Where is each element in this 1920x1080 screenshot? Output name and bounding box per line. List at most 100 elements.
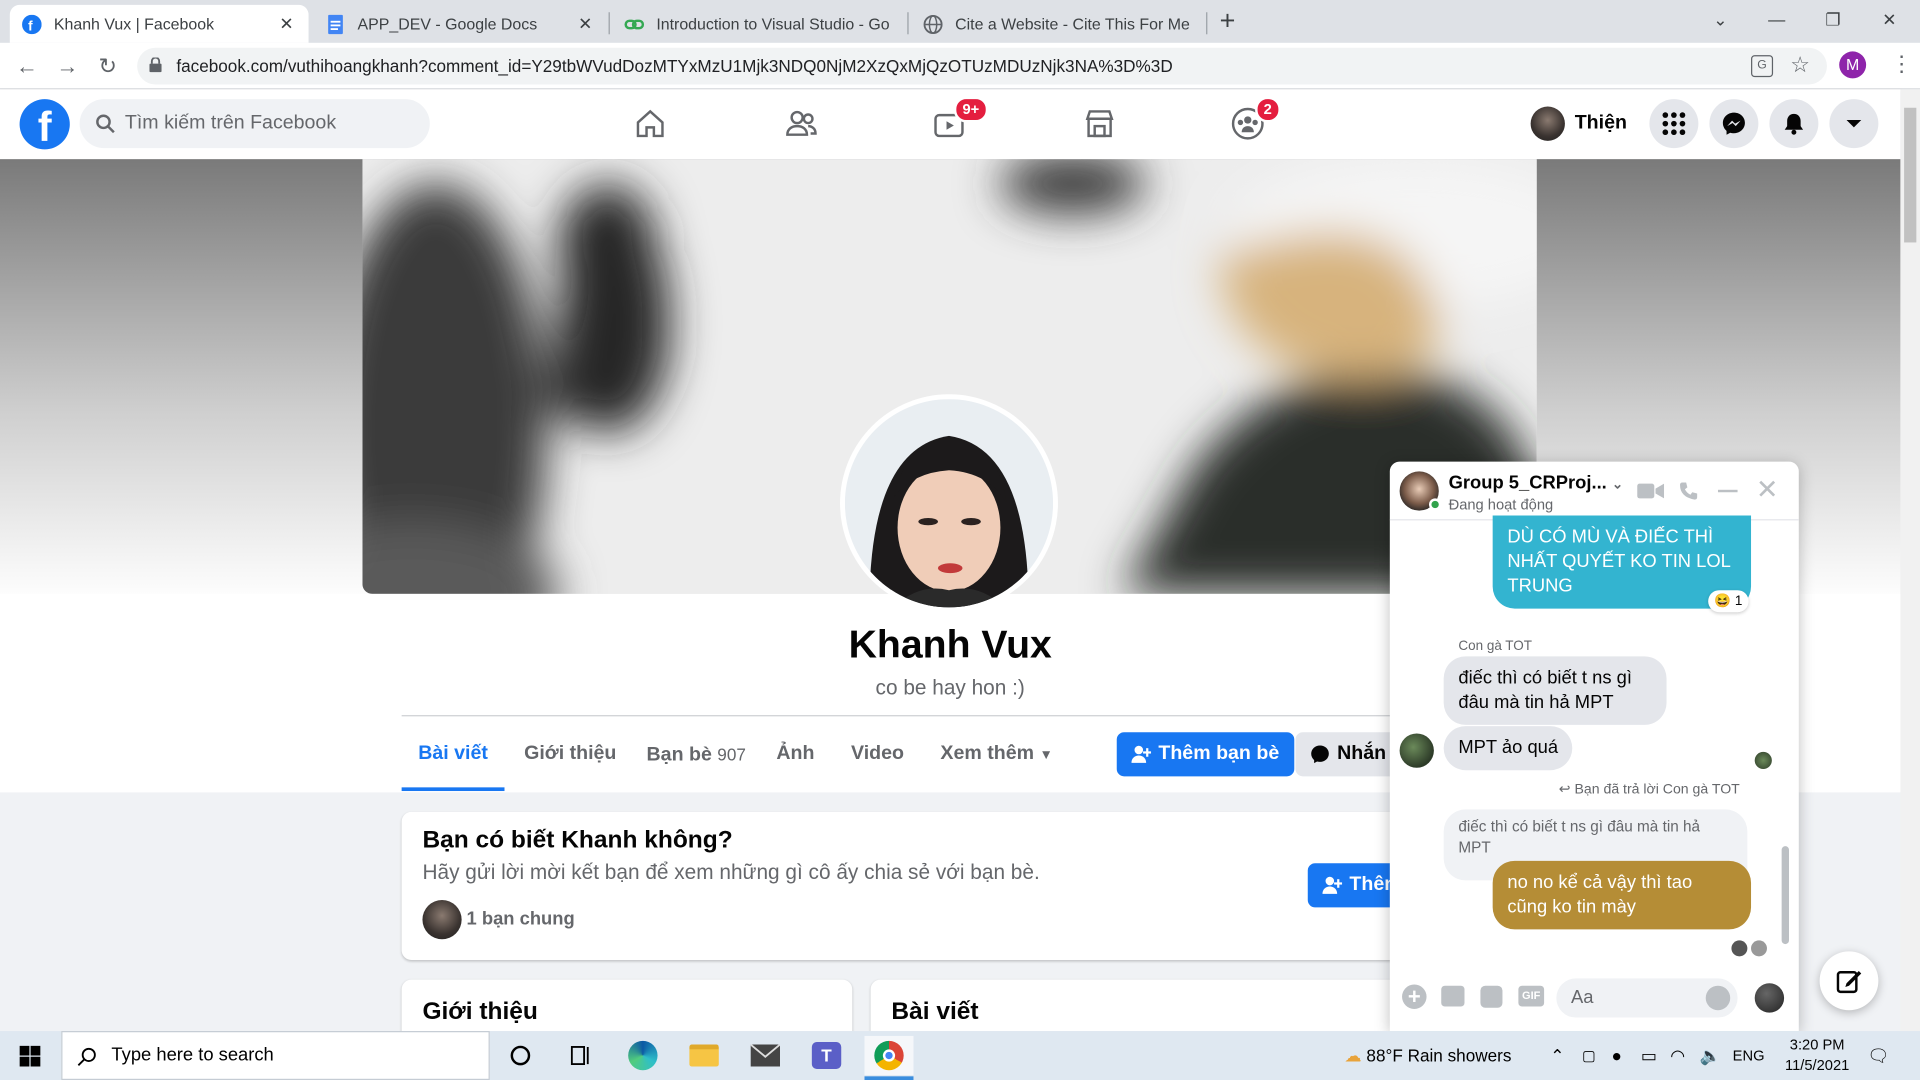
windows-start-icon[interactable] <box>19 1045 41 1067</box>
message-bubble-incoming[interactable]: MPT ảo quá <box>1443 726 1573 771</box>
add-friend-button[interactable]: Thêm bạn bè <box>1116 732 1294 777</box>
tab-title: Introduction to Visual Studio - Go <box>656 14 890 34</box>
mutual-friends[interactable]: 1 bạn chung <box>467 909 575 930</box>
chat-scrollbar[interactable] <box>1779 525 1791 954</box>
weather-icon: ☁ <box>1344 1045 1362 1066</box>
chevron-down-icon: ⌄ <box>1611 477 1624 493</box>
suggestion-title: Bạn có biết Khanh không? <box>422 826 733 854</box>
facebook-favicon-icon: f <box>22 14 42 34</box>
tab-cite-this-for-me[interactable]: Cite a Website - Cite This For Me <box>911 5 1205 43</box>
cortana-icon[interactable] <box>496 1036 545 1075</box>
sticker-icon[interactable] <box>1480 985 1503 1008</box>
close-window-button[interactable]: ✕ <box>1861 0 1917 39</box>
active-app-indicator <box>864 1076 914 1080</box>
chrome-icon[interactable] <box>864 1035 914 1076</box>
close-chat-icon[interactable]: ✕ <box>1756 474 1779 506</box>
translate-icon[interactable]: G <box>1751 55 1774 78</box>
messenger-icon[interactable] <box>1709 99 1759 149</box>
page-scrollbar[interactable] <box>1900 89 1920 1032</box>
reply-arrow-icon: ↩ <box>1558 782 1571 798</box>
message-bubble-outgoing[interactable]: no no kể cả vậy thì tao cũng ko tin mày <box>1492 860 1752 930</box>
device-icon[interactable]: ▢ <box>1582 1031 1596 1080</box>
tab-search-icon[interactable]: ⌄ <box>1692 0 1748 39</box>
notification-center-icon[interactable]: 🗨 <box>1867 1031 1889 1080</box>
file-explorer-icon[interactable] <box>680 1036 729 1075</box>
edge-browser-icon[interactable] <box>618 1036 667 1075</box>
search-icon <box>96 114 115 134</box>
maximize-button[interactable]: ❐ <box>1805 0 1861 39</box>
online-status-dot <box>1428 498 1442 511</box>
task-view-icon[interactable] <box>557 1036 606 1075</box>
tab-more[interactable]: Xem thêm ▼ <box>940 730 1052 791</box>
home-icon[interactable] <box>626 99 675 148</box>
scroll-thumb[interactable] <box>1781 846 1789 945</box>
profile-avatar[interactable] <box>840 394 1058 613</box>
close-tab-icon[interactable]: ✕ <box>576 13 596 34</box>
chrome-profile-avatar[interactable]: M <box>1839 51 1867 79</box>
chrome-menu-icon[interactable]: ⋮ <box>1891 51 1913 77</box>
tab-google-docs[interactable]: APP_DEV - Google Docs ✕ <box>313 5 607 43</box>
tab-facebook[interactable]: f Khanh Vux | Facebook ✕ <box>9 4 309 43</box>
weather-widget[interactable]: ☁ 88°F Rain showers <box>1345 1031 1512 1080</box>
video-call-icon[interactable] <box>1637 481 1665 501</box>
add-person-icon <box>1322 876 1343 894</box>
taskbar-search-placeholder: Type here to search <box>111 1044 274 1066</box>
tab-posts[interactable]: Bài viết <box>401 730 505 792</box>
teams-icon[interactable]: T <box>802 1036 851 1075</box>
photo-icon[interactable] <box>1441 985 1465 1007</box>
tab-video[interactable]: Video <box>851 730 904 791</box>
volume-icon[interactable]: 🔈 <box>1700 1031 1721 1080</box>
tab-about[interactable]: Giới thiệu <box>524 730 616 791</box>
bookmark-star-icon[interactable]: ☆ <box>1790 53 1810 79</box>
mail-icon[interactable] <box>741 1036 790 1075</box>
reaction-badge[interactable]: 😆 1 <box>1708 590 1749 613</box>
url-input[interactable]: facebook.com/vuthihoangkhanh?comment_id=… <box>137 47 1827 85</box>
reply-note-text: Bạn đã trả lời Con gà TOT <box>1574 782 1740 798</box>
minimize-chat-icon[interactable] <box>1717 489 1738 493</box>
minimize-button[interactable]: — <box>1749 0 1805 39</box>
facebook-logo[interactable]: f <box>19 99 70 151</box>
user-profile-chip[interactable]: Thiện <box>1530 104 1627 143</box>
scroll-thumb[interactable] <box>1904 107 1917 243</box>
input-language[interactable]: ENG <box>1733 1031 1765 1080</box>
microphone-icon[interactable]: ● <box>1611 1031 1621 1080</box>
back-arrow-icon[interactable]: ← <box>13 53 40 80</box>
like-reaction-icon[interactable] <box>1754 983 1785 1013</box>
account-dropdown-icon[interactable] <box>1829 99 1879 149</box>
avatar[interactable] <box>422 900 462 940</box>
facebook-search-input[interactable]: Tìm kiếm trên Facebook <box>79 99 430 149</box>
tab-photos[interactable]: Ảnh <box>776 730 814 791</box>
marketplace-icon[interactable] <box>1075 99 1124 148</box>
clock[interactable]: 3:20 PM 11/5/2021 <box>1778 1035 1856 1077</box>
add-friend-label: Thêm bạn bè <box>1158 743 1280 765</box>
groups-icon[interactable]: 2 <box>1223 96 1281 148</box>
message-bubble-incoming[interactable]: điếc thì có biết t ns gì đâu mà tin hả M… <box>1443 656 1667 725</box>
gif-icon[interactable]: GIF <box>1518 985 1545 1007</box>
seen-avatar <box>1731 940 1748 957</box>
sender-avatar[interactable] <box>1399 733 1434 768</box>
tab-friends[interactable]: Bạn bè 907 <box>647 730 746 791</box>
show-hidden-icons[interactable]: ⌃ <box>1550 1031 1564 1080</box>
chat-title[interactable]: Group 5_CRProj... ⌄ <box>1449 473 1624 494</box>
battery-icon[interactable]: ▭ <box>1641 1031 1657 1080</box>
friends-count: 907 <box>717 744 746 765</box>
wifi-icon[interactable]: ◠ <box>1670 1031 1685 1080</box>
weather-text: 88°F Rain showers <box>1366 1045 1512 1066</box>
watch-badge: 9+ <box>953 96 988 123</box>
close-tab-icon[interactable]: ✕ <box>277 13 297 34</box>
svg-text:f: f <box>28 18 33 33</box>
notifications-bell-icon[interactable] <box>1769 99 1819 149</box>
new-message-button[interactable] <box>1819 951 1879 1011</box>
reload-icon[interactable]: ↻ <box>94 53 121 80</box>
forward-arrow-icon[interactable]: → <box>54 53 81 80</box>
phone-icon[interactable] <box>1679 481 1699 501</box>
watch-icon[interactable]: 9+ <box>924 96 988 148</box>
emoji-icon[interactable] <box>1705 985 1731 1011</box>
tab-visual-studio[interactable]: Introduction to Visual Studio - Go <box>612 5 906 43</box>
friends-icon[interactable] <box>776 99 825 148</box>
chat-title-text: Group 5_CRProj... <box>1448 472 1607 494</box>
taskbar-search-input[interactable]: Type here to search <box>61 1031 490 1080</box>
new-tab-button[interactable]: + <box>1220 5 1236 37</box>
menu-grid-icon[interactable] <box>1649 99 1699 149</box>
add-icon[interactable]: + <box>1402 984 1427 1009</box>
